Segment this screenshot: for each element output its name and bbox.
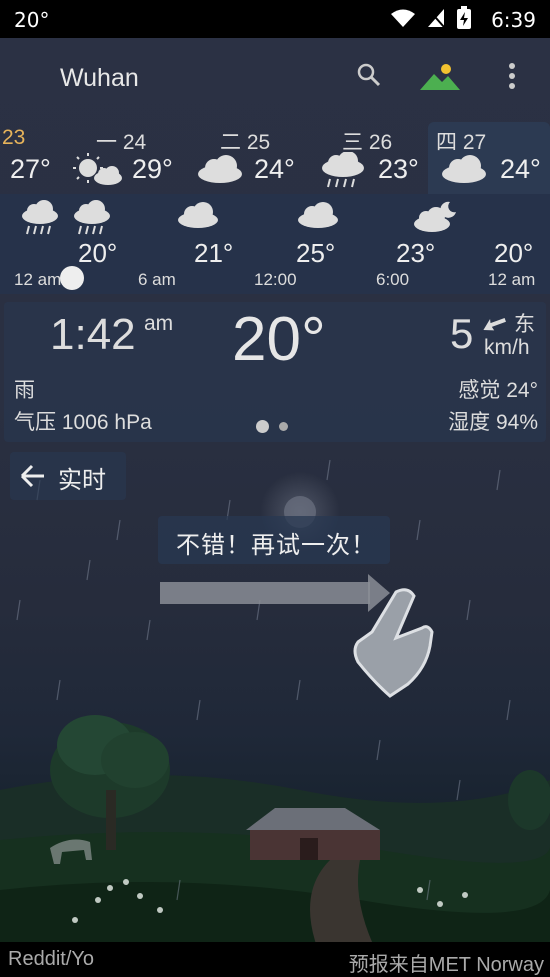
hour-temp: 25° [296, 238, 336, 268]
humidity: 湿度 94% [448, 411, 538, 434]
hour-temp: 23° [396, 238, 436, 268]
no-signal-icon [427, 8, 445, 28]
pressure: 气压 1006 hPa [14, 411, 152, 434]
forecast-source[interactable]: 预报来自MET Norway [349, 948, 544, 977]
hour-label: 12 am [488, 270, 536, 289]
timeline-slider-handle[interactable] [60, 266, 84, 290]
day-temp: 27° [10, 154, 51, 184]
hour-label: 6 am [138, 270, 176, 289]
cloud-icon [442, 155, 486, 183]
tutorial-tip: 不错！再试一次！ [158, 516, 390, 564]
day-temp: 23° [378, 154, 419, 184]
status-bar: 20° 6:39 [0, 0, 550, 38]
cloud-moon-icon [414, 201, 456, 232]
current-conditions-card[interactable]: 1:42 am 20° 5 东 km/h 雨 气压 1006 hPa 感觉 24… [4, 302, 546, 442]
photo-credit: Reddit/Yo [8, 948, 94, 970]
search-icon[interactable] [356, 62, 382, 88]
feels-like: 感觉 24° [458, 379, 538, 402]
daily-forecast-strip[interactable]: 23 27° 一 24 29° 二 25 24° 三 26 23° 四 27 2… [0, 122, 550, 194]
city-title[interactable]: Wuhan [60, 64, 139, 93]
battery-charging-icon [457, 6, 471, 29]
rain-cloud-icon [322, 152, 364, 188]
current-time: 1:42 [50, 310, 136, 359]
day-label: 23 [2, 126, 26, 149]
rain-cloud-icon [74, 200, 110, 235]
pointing-hand-icon [353, 588, 434, 698]
hour-temp: 20° [494, 238, 534, 268]
rain-cloud-icon [22, 200, 58, 235]
day-temp: 24° [254, 154, 295, 184]
cloud-icon [198, 155, 242, 183]
hourly-forecast-strip[interactable]: 20° 21° 25° 23° 20° 12 am 6 am 12:00 6:0… [0, 194, 550, 294]
day-temp: 24° [500, 154, 541, 184]
more-options-icon[interactable] [506, 62, 518, 90]
hour-temp: 20° [78, 238, 118, 268]
page-dot [279, 422, 288, 432]
hour-label: 6:00 [376, 270, 410, 289]
wind-speed: 5 [450, 310, 474, 357]
footer-bar: Reddit/Yo 预报来自MET Norway [0, 942, 550, 977]
day-item[interactable]: 一 24 29° [70, 122, 188, 194]
wifi-icon [391, 9, 415, 27]
realtime-label: 实时 [58, 466, 106, 494]
status-temperature: 20° [14, 8, 50, 32]
hour-temp: 21° [194, 238, 234, 268]
day-item[interactable]: 三 26 23° [316, 122, 434, 194]
cloud-icon [178, 202, 218, 228]
tutorial-tip-text: 不错！再试一次！ [176, 531, 376, 559]
page-dot-active [256, 420, 269, 434]
hour-label: 12 am [14, 270, 62, 289]
swipe-gesture-hint [160, 574, 434, 698]
day-item[interactable]: 二 25 24° [192, 122, 310, 194]
hour-label: 12:00 [254, 270, 297, 289]
realtime-button[interactable]: 实时 [10, 452, 126, 500]
page-indicator [256, 418, 298, 436]
status-time: 6:39 [491, 8, 536, 32]
day-item-selected[interactable]: 四 27 24° [428, 122, 550, 194]
day-temp: 29° [132, 154, 173, 184]
current-ampm: am [144, 312, 174, 335]
current-temperature: 20° [232, 305, 326, 374]
landscape-theme-icon[interactable] [420, 62, 460, 92]
cloud-icon [298, 202, 338, 228]
app-bar: Wuhan [0, 38, 550, 120]
wind-unit: km/h [484, 336, 530, 359]
wind-direction: 东 [514, 313, 535, 336]
weather-condition: 雨 [14, 379, 35, 402]
wind-direction-arrow-icon [483, 318, 506, 331]
back-arrow-icon [20, 464, 44, 488]
sun-cloud-icon [73, 153, 122, 185]
